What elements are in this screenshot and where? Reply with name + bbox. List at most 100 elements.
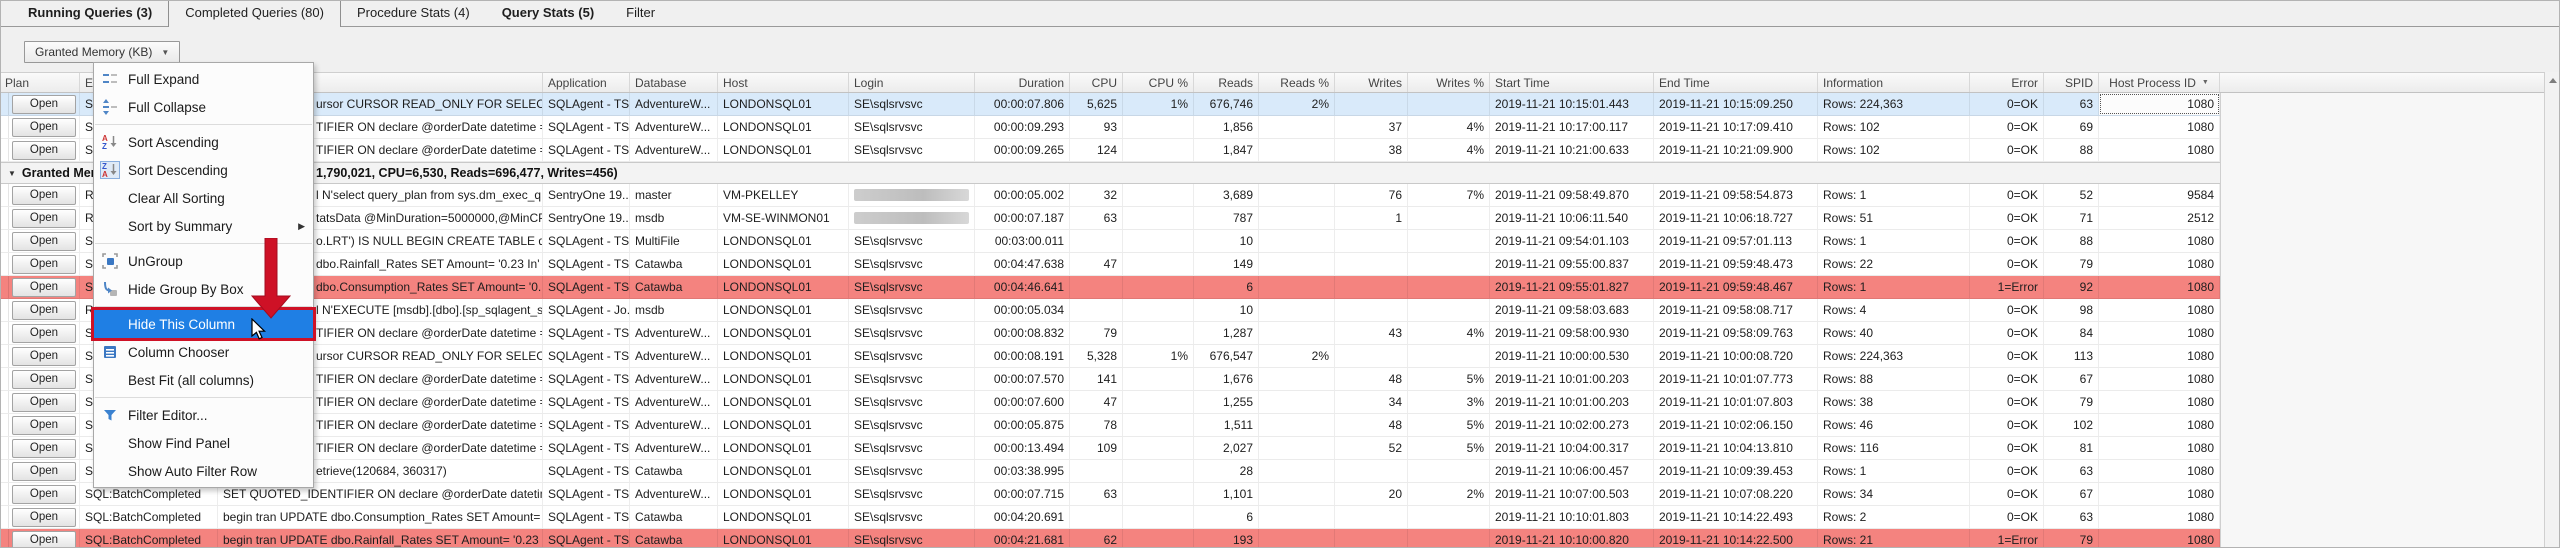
menu-item-sort-descending[interactable]: ZASort Descending: [94, 156, 313, 184]
column-header-cpu_pct[interactable]: CPU %: [1123, 73, 1194, 92]
menu-item-sort-ascending[interactable]: AZSort Ascending: [94, 128, 313, 156]
table-row[interactable]: OpenRPC:CompletedtatsData @MinDuration=5…: [0, 207, 2220, 230]
cell-text: 00:00:05.002: [994, 188, 1064, 202]
cell-event: SQL:BatchCompleted: [80, 529, 218, 548]
table-row[interactable]: OpenSQL:BatchCompletedo.LRT') IS NULL BE…: [0, 230, 2220, 253]
open-plan-button[interactable]: Open: [12, 255, 76, 274]
open-plan-button[interactable]: Open: [12, 301, 76, 320]
menu-item-show-find-panel[interactable]: Show Find Panel: [94, 429, 313, 457]
vertical-scrollbar[interactable]: [2544, 72, 2560, 548]
group-expand-icon[interactable]: ▼: [8, 169, 16, 178]
column-header-start[interactable]: Start Time: [1490, 73, 1654, 92]
column-header-spid[interactable]: SPID: [2044, 73, 2099, 92]
menu-item-best-fit-all-columns[interactable]: Best Fit (all columns): [94, 366, 313, 394]
column-header-login[interactable]: Login: [849, 73, 975, 92]
table-row[interactable]: OpenSQL:BatchCompletedTIFIER ON declare …: [0, 391, 2220, 414]
menu-item-full-collapse[interactable]: Full Collapse: [94, 93, 313, 121]
table-row[interactable]: OpenSQL:BatchCompletedTIFIER ON declare …: [0, 116, 2220, 139]
menu-item-ungroup[interactable]: UnGroup: [94, 247, 313, 275]
open-plan-button[interactable]: Open: [12, 462, 76, 481]
table-row[interactable]: OpenSQL:BatchCompletedetrieve(120684, 36…: [0, 460, 2220, 483]
cell-host: LONDONSQL01: [718, 391, 849, 413]
table-row[interactable]: OpenRPC:Completedl N'EXECUTE [msdb].[dbo…: [0, 299, 2220, 322]
menu-item-clear-all-sorting[interactable]: Clear All Sorting: [94, 184, 313, 212]
cell-writes_pct: 4%: [1408, 116, 1490, 138]
table-row[interactable]: OpenSQL:BatchCompletedTIFIER ON declare …: [0, 368, 2220, 391]
open-plan-button[interactable]: Open: [12, 393, 76, 412]
open-plan-button[interactable]: Open: [12, 416, 76, 435]
menu-item-hide-this-column[interactable]: Hide This Column: [94, 310, 313, 338]
open-plan-button[interactable]: Open: [12, 278, 76, 297]
group-row[interactable]: ▼Granted Memory (KB): 1080 (Duration=1,7…: [0, 162, 2220, 184]
table-row[interactable]: OpenSQL:BatchCompletedTIFIER ON declare …: [0, 322, 2220, 345]
column-header-hpid[interactable]: Host Process ID▼: [2099, 73, 2220, 92]
cell-duration: 00:00:07.715: [975, 483, 1070, 505]
cell-text: SE\sqlsrvsvc: [854, 97, 923, 111]
open-plan-button[interactable]: Open: [12, 141, 76, 160]
open-plan-button[interactable]: Open: [12, 439, 76, 458]
table-row[interactable]: OpenSQL:BatchCompletedursor CURSOR READ_…: [0, 345, 2220, 368]
table-row[interactable]: OpenRPC:Completedl N'select query_plan f…: [0, 184, 2220, 207]
cell-spid: 67: [2044, 483, 2099, 505]
cell-text: SE\sqlsrvsvc: [854, 143, 923, 157]
table-row[interactable]: OpenSQL:BatchCompleted begin tran UPDATE …: [0, 529, 2220, 548]
open-plan-button[interactable]: Open: [12, 370, 76, 389]
column-header-info[interactable]: Information: [1818, 73, 1970, 92]
open-plan-button[interactable]: Open: [12, 485, 76, 504]
table-row[interactable]: OpenSQL:BatchCompletedTIFIER ON declare …: [0, 414, 2220, 437]
tab-query-stats-5[interactable]: Query Stats (5): [486, 0, 610, 26]
column-header-writes[interactable]: Writes: [1335, 73, 1408, 92]
open-plan-button[interactable]: Open: [12, 95, 76, 114]
tab-running-queries-3[interactable]: Running Queries (3): [12, 0, 168, 26]
scroll-up-icon[interactable]: [2545, 72, 2560, 90]
menu-item-sort-by-summary[interactable]: Sort by Summary▶: [94, 212, 313, 240]
menu-item-full-expand[interactable]: Full Expand: [94, 65, 313, 93]
table-row[interactable]: OpenSQL:BatchCompletedursor CURSOR READ_…: [0, 93, 2220, 116]
cell-start: 2019-11-21 09:58:49.870: [1490, 184, 1654, 206]
table-row[interactable]: OpenSQL:BatchCompletedSET QUOTED_IDENTIF…: [0, 483, 2220, 506]
cell-text: 1=Error: [1998, 533, 2038, 547]
column-header-plan[interactable]: Plan: [0, 73, 80, 92]
column-header-reads[interactable]: Reads: [1194, 73, 1259, 92]
cell-duration: 00:04:47.638: [975, 253, 1070, 275]
cell-text: begin tran UPDATE dbo.Rainfall_Rates SET…: [223, 533, 543, 547]
column-header-end[interactable]: End Time: [1654, 73, 1818, 92]
cell-reads_pct: [1259, 139, 1335, 161]
tab-completed-queries-80[interactable]: Completed Queries (80): [168, 0, 341, 27]
table-row[interactable]: OpenSQL:BatchCompletedbegin tran UPDATE …: [0, 506, 2220, 529]
column-header-db[interactable]: Database: [630, 73, 718, 92]
group-indent: [0, 276, 9, 298]
open-plan-button[interactable]: Open: [12, 347, 76, 366]
tab-filter[interactable]: Filter: [610, 0, 671, 26]
group-by-field-button[interactable]: Granted Memory (KB) ▼: [24, 41, 180, 63]
cell-text: LONDONSQL01: [723, 464, 812, 478]
column-header-host[interactable]: Host: [718, 73, 849, 92]
column-header-app[interactable]: Application: [543, 73, 630, 92]
column-header-reads_pct[interactable]: Reads %: [1259, 73, 1335, 92]
open-plan-button[interactable]: Open: [12, 508, 76, 527]
open-plan-button[interactable]: Open: [12, 531, 76, 548]
cell-writes: [1335, 276, 1408, 298]
menu-item-hide-group-by-box[interactable]: Hide Group By Box: [94, 275, 313, 303]
cell-error: 0=OK: [1970, 437, 2044, 459]
open-plan-button[interactable]: Open: [12, 324, 76, 343]
open-plan-button[interactable]: Open: [12, 118, 76, 137]
cell-start: 2019-11-21 09:55:01.827: [1490, 276, 1654, 298]
column-header-writes_pct[interactable]: Writes %: [1408, 73, 1490, 92]
menu-item-filter-editor[interactable]: Filter Editor...: [94, 401, 313, 429]
cell-plan: Open: [9, 253, 80, 275]
column-header-duration[interactable]: Duration: [975, 73, 1070, 92]
menu-item-show-auto-filter-row[interactable]: Show Auto Filter Row: [94, 457, 313, 485]
column-header-cpu[interactable]: CPU: [1070, 73, 1123, 92]
menu-item-column-chooser[interactable]: Column Chooser: [94, 338, 313, 366]
table-row[interactable]: OpenSQL:BatchCompletedTIFIER ON declare …: [0, 139, 2220, 162]
table-row[interactable]: OpenSQL:BatchCompleteddbo.Consumption_Ra…: [0, 276, 2220, 299]
open-plan-button[interactable]: Open: [12, 186, 76, 205]
table-row[interactable]: OpenSQL:BatchCompleteddbo.Rainfall_Rates…: [0, 253, 2220, 276]
table-row[interactable]: OpenSQL:BatchCompletedTIFIER ON declare …: [0, 437, 2220, 460]
tab-procedure-stats-4[interactable]: Procedure Stats (4): [341, 0, 486, 26]
open-plan-button[interactable]: Open: [12, 232, 76, 251]
cell-end: 2019-11-21 10:00:08.720: [1654, 345, 1818, 367]
column-header-error[interactable]: Error: [1970, 73, 2044, 92]
open-plan-button[interactable]: Open: [12, 209, 76, 228]
